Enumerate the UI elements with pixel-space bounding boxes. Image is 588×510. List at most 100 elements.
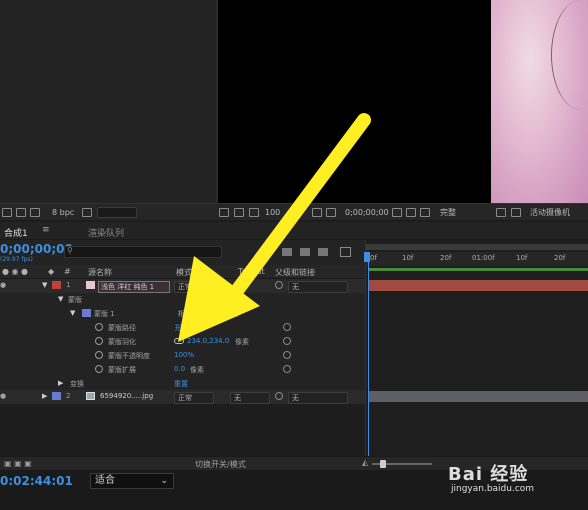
render-icon[interactable] xyxy=(30,208,40,217)
mask-opacity-label: 蒙版不透明度 xyxy=(108,352,150,360)
mode-dropdown[interactable]: 正常 xyxy=(174,392,214,404)
trash-icon[interactable] xyxy=(82,208,92,217)
time-ruler[interactable]: 0f 10f 20f 01:00f 10f 20f xyxy=(366,252,588,266)
mask-opacity-row[interactable]: 蒙版不透明度 100% xyxy=(0,349,365,363)
mask-expansion-value[interactable]: 0.0 xyxy=(174,365,185,373)
invert-checkbox[interactable]: ☐ xyxy=(214,309,220,317)
tab-render-queue[interactable]: 渲染队列 xyxy=(88,226,124,239)
label-color-chip[interactable] xyxy=(52,392,61,400)
layer-search-input[interactable]: ⚲ xyxy=(64,246,222,258)
layer-row-2[interactable]: ● ▶ 2 6594920.....jpg 正常 无 无 xyxy=(0,390,365,404)
pickwhip-icon[interactable] xyxy=(275,281,283,289)
stopwatch-icon[interactable] xyxy=(95,323,103,331)
zoom-out-icon[interactable]: ◭ xyxy=(362,458,368,467)
source-name-header[interactable]: 源名称 xyxy=(88,267,112,278)
snapshot-icon[interactable] xyxy=(219,208,229,217)
layer1-duration-bar[interactable] xyxy=(368,280,588,291)
resolution-dropdown[interactable]: 完整 xyxy=(440,207,456,218)
pickwhip-icon[interactable] xyxy=(283,365,291,373)
camera-icon[interactable] xyxy=(392,208,402,217)
constrain-link-icon[interactable] xyxy=(174,338,184,344)
frame-blend-icon[interactable] xyxy=(300,248,310,256)
mask-visibility-icon[interactable] xyxy=(249,208,259,217)
new-comp-icon[interactable] xyxy=(16,208,26,217)
channel-icon[interactable] xyxy=(420,208,430,217)
mask1-label[interactable]: 蒙版 1 xyxy=(94,309,115,319)
label-color-chip[interactable] xyxy=(52,281,61,289)
reset-link[interactable]: 重置 xyxy=(174,379,188,389)
mode-dropdown[interactable]: 正常 xyxy=(174,281,224,293)
mask-color-chip[interactable] xyxy=(82,309,91,317)
expand-triangle-icon[interactable]: ▶ xyxy=(42,392,47,400)
duration-timecode[interactable]: 0:02:44:01 xyxy=(0,474,73,488)
mask-feather-unit: 像素 xyxy=(235,338,249,346)
transform-row[interactable]: ▶ 变换 重置 xyxy=(0,377,365,391)
tab-menu-icon[interactable]: ≡ xyxy=(42,225,50,235)
parent-header[interactable]: 父级和链接 xyxy=(275,267,315,278)
motion-blur-icon[interactable] xyxy=(318,248,328,256)
masks-group-row[interactable]: ▼ 蒙版 xyxy=(0,293,365,307)
mask-feather-value[interactable]: 234.0,234.0 xyxy=(187,337,229,345)
expand-triangle-icon[interactable]: ▼ xyxy=(42,281,47,289)
viewer-timecode[interactable]: 0;00;00;00 xyxy=(345,207,389,218)
image-preview xyxy=(491,0,588,203)
folder-icon[interactable] xyxy=(2,208,12,217)
masks-label: 蒙版 xyxy=(68,296,82,304)
layer2-duration-bar[interactable] xyxy=(368,391,588,402)
trkmat-header[interactable]: TrkMat xyxy=(238,267,265,276)
layer-name[interactable]: 6594920.....jpg xyxy=(100,392,153,400)
bpc-label[interactable]: 8 bpc xyxy=(52,207,74,218)
region-icon[interactable] xyxy=(312,208,322,217)
toggle-switches-modes[interactable]: 切换开关/模式 xyxy=(195,459,246,470)
pickwhip-icon[interactable] xyxy=(283,337,291,345)
pickwhip-icon[interactable] xyxy=(283,323,291,331)
show-snapshot-icon[interactable] xyxy=(234,208,244,217)
magnification-value: 适合 xyxy=(95,475,115,486)
fast-preview-icon[interactable] xyxy=(496,208,506,217)
timeline-tracks[interactable]: 0f 10f 20f 01:00f 10f 20f xyxy=(364,240,588,456)
mask-feather-row[interactable]: 蒙版羽化 234.0,234.0 像素 xyxy=(0,335,365,349)
grid-icon[interactable] xyxy=(511,208,521,217)
trkmat-dropdown[interactable]: 无 xyxy=(230,392,270,404)
parent-dropdown[interactable]: 无 xyxy=(288,281,348,293)
stopwatch-icon[interactable] xyxy=(95,365,103,373)
color-icon[interactable] xyxy=(406,208,416,217)
camera-dropdown[interactable]: 活动摄像机 xyxy=(530,207,570,218)
stopwatch-icon[interactable] xyxy=(95,337,103,345)
shy-icon[interactable] xyxy=(282,248,292,256)
zoom-level[interactable]: 100 xyxy=(265,207,280,218)
magnification-dropdown[interactable]: 适合 ⌄ xyxy=(90,473,174,489)
mode-header[interactable]: 模式 xyxy=(176,267,192,278)
tab-comp[interactable]: 合成1 ≡ xyxy=(0,224,60,239)
parent-dropdown[interactable]: 无 xyxy=(288,392,348,404)
mask-mode-dropdown[interactable]: 相 xyxy=(178,309,185,319)
viewer-toolbar: 8 bpc 100 0;00;00;00 完整 活动摄像机 xyxy=(0,203,588,220)
toggle-icons[interactable]: ▣ ▣ ▣ xyxy=(4,459,32,468)
mask-path-row[interactable]: 蒙版路径 形状... xyxy=(0,321,365,335)
mask-expansion-row[interactable]: 蒙版扩展 0.0 像素 xyxy=(0,363,365,377)
draft-3d-icon[interactable] xyxy=(262,248,271,257)
playhead-line[interactable] xyxy=(368,252,369,456)
mask-opacity-value[interactable]: 100% xyxy=(174,351,194,359)
zoom-slider-knob[interactable] xyxy=(380,460,386,468)
visibility-icon[interactable]: ● xyxy=(0,281,6,289)
project-search[interactable] xyxy=(97,207,137,218)
expand-triangle-icon[interactable]: ▶ xyxy=(58,379,63,387)
expand-triangle-icon[interactable]: ▼ xyxy=(70,309,75,317)
stopwatch-icon[interactable] xyxy=(95,351,103,359)
visibility-icon[interactable]: ● xyxy=(0,392,6,400)
layer-name[interactable]: 浅色 洋红 纯色 1 xyxy=(98,281,170,293)
transparency-grid-icon[interactable] xyxy=(326,208,336,217)
current-time[interactable]: 0;00;00;00 xyxy=(0,242,73,256)
ruler-tick: 10f xyxy=(402,254,414,262)
mask1-row[interactable]: ▼ 蒙版 1 相 ☐ 反转 xyxy=(0,307,365,321)
expand-triangle-icon[interactable]: ▼ xyxy=(58,295,63,303)
graph-editor-icon[interactable] xyxy=(340,247,351,257)
ruler-tick: 10f xyxy=(516,254,528,262)
work-area-bar[interactable] xyxy=(366,244,588,250)
layer-row-1[interactable]: ● ▼ 1 浅色 洋红 纯色 1 正常 无 xyxy=(0,279,365,293)
pickwhip-icon[interactable] xyxy=(283,351,291,359)
mask-path-value[interactable]: 形状... xyxy=(175,323,196,333)
pickwhip-icon[interactable] xyxy=(275,392,283,400)
playhead-handle[interactable] xyxy=(364,252,370,262)
